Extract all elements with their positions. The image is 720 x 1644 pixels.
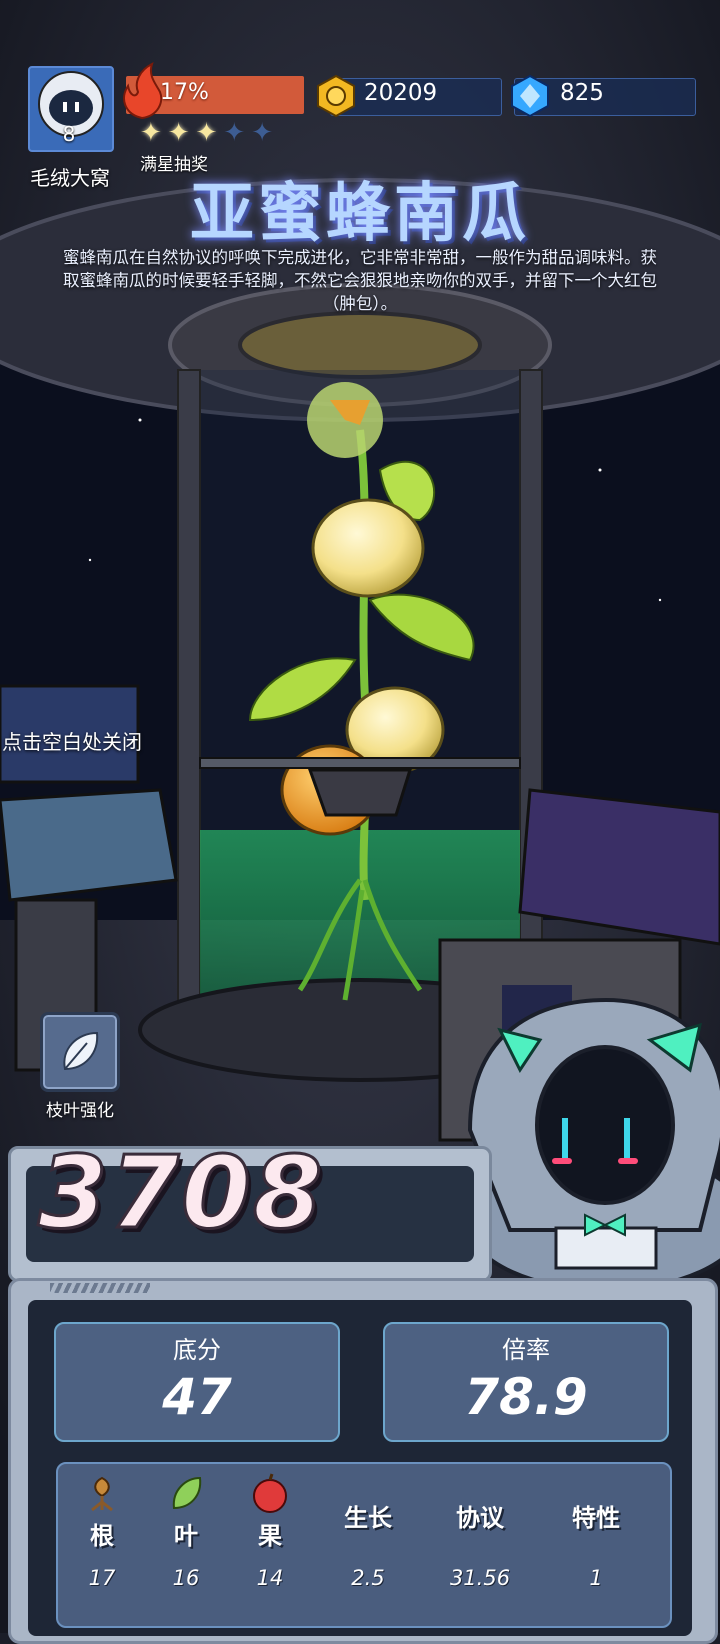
star-empty-icon: ✦ — [251, 118, 279, 148]
column-label-growth: 生长 — [344, 1504, 392, 1532]
growth-value: 2.5 — [351, 1566, 385, 1590]
leaf-enhance-label: 枝叶强化 — [46, 1101, 114, 1121]
attribute-breakdown-card: 根 叶 果 生长 协议 特性 17 16 14 2.5 31.56 1 — [56, 1462, 672, 1628]
column-label-leaf: 叶 — [174, 1522, 198, 1550]
energy-percent: 17% — [160, 80, 209, 105]
column-label-root: 根 — [90, 1522, 114, 1550]
star-empty-icon: ✦ — [223, 118, 252, 148]
leaf-icon — [63, 1031, 99, 1071]
tap-to-close-hint[interactable]: 点击空白处关闭 — [2, 726, 142, 755]
multiplier-value: 78.9 — [464, 1368, 588, 1426]
column-label-fruit: 果 — [258, 1522, 282, 1550]
column-label-trait: 特性 — [572, 1504, 620, 1532]
multiplier-label: 倍率 — [502, 1336, 550, 1364]
star-filled-icon: ✦ — [167, 118, 196, 148]
trait-value: 1 — [589, 1566, 603, 1590]
apple-icon — [253, 1473, 287, 1513]
multiplier-card: 倍率 78.9 — [383, 1322, 669, 1442]
coin-icon — [317, 74, 355, 118]
base-score-card: 底分 47 — [54, 1322, 340, 1442]
gem-amount: 825 — [560, 80, 604, 106]
leaf-value: 16 — [172, 1566, 200, 1590]
vent-grill — [50, 1283, 150, 1293]
base-score-label: 底分 — [173, 1336, 221, 1364]
plant-description: 蜜蜂南瓜在自然协议的呼唤下完成进化，它非常非常甜，一般作为甜品调味料。获取蜜蜂南… — [63, 248, 657, 313]
root-icon — [91, 1476, 113, 1512]
star-filled-icon: ✦ — [195, 118, 224, 148]
leaf-enhance-button[interactable] — [40, 1012, 120, 1092]
root-value: 17 — [88, 1566, 116, 1590]
column-label-protocol: 协议 — [456, 1504, 504, 1532]
star-filled-icon: ✦ — [140, 118, 168, 148]
plant-title: 亚蜜蜂南瓜 — [190, 177, 530, 251]
gem-icon — [511, 74, 549, 118]
star-rating[interactable]: ✦✦✦✦✦ — [140, 118, 279, 148]
leaf-icon — [172, 1476, 202, 1510]
coin-amount: 20209 — [364, 80, 438, 106]
player-level: 8 — [62, 122, 76, 146]
protocol-value: 31.56 — [449, 1566, 511, 1590]
fruit-value: 14 — [256, 1566, 284, 1590]
total-score: 3708 — [36, 1133, 325, 1253]
base-score-value: 47 — [162, 1368, 232, 1426]
